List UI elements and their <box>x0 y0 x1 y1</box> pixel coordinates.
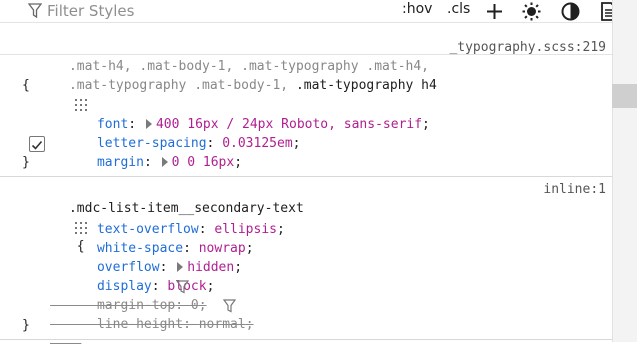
property-value: 0 0 16px <box>171 155 235 170</box>
declaration-white-space[interactable]: white-space: nowrap; <box>50 220 254 256</box>
funnel-icon[interactable] <box>223 299 236 313</box>
style-rule-typography: .mat-h4, .mat-body-1, .mat-typography .m… <box>0 31 612 177</box>
source-link[interactable]: _typography.scss:219 <box>449 38 606 57</box>
rule-selector-line[interactable]: .mdc-list-item__secondary-text { <box>22 180 304 254</box>
declaration-enable-checkbox[interactable] <box>29 136 45 152</box>
declaration-letter-spacing[interactable]: letter-spacing: 0.03125em; <box>50 115 301 151</box>
property-name: margin <box>96 155 144 170</box>
declaration-font[interactable]: font: 400 16px / 24px Roboto, sans-serif… <box>50 96 430 132</box>
selector-text-matched: .mat-typography h4 <box>295 78 437 93</box>
checkmark-icon <box>31 140 43 150</box>
add-icon[interactable] <box>485 2 504 21</box>
hov-toggle[interactable]: :hov <box>402 1 432 17</box>
styles-pane: .mat-h4, .mat-body-1, .mat-typography .m… <box>0 23 612 342</box>
contrast-icon[interactable] <box>561 2 580 21</box>
property-name: line-height <box>96 317 184 332</box>
source-link[interactable]: inline:1 <box>543 180 606 199</box>
expand-triangle-icon[interactable] <box>161 156 168 167</box>
selector-text-dim: .mat-typography .mat-body-1, <box>68 78 296 93</box>
style-rule-secondary-text: .mdc-list-item__secondary-text { inline:… <box>0 177 612 340</box>
declaration-text-overflow[interactable]: text-overflow: ellipsis; <box>50 201 285 237</box>
declaration-display[interactable]: display: block; <box>50 258 214 294</box>
sun-icon[interactable] <box>522 2 541 21</box>
funnel-icon[interactable] <box>176 280 189 294</box>
close-brace: } <box>22 155 30 170</box>
scrollbar-thumb[interactable] <box>612 84 637 108</box>
vertical-scrollbar[interactable] <box>612 0 637 342</box>
filter-icon <box>28 3 42 19</box>
close-brace: } <box>22 318 30 333</box>
rule-selector-line-1[interactable]: .mat-h4, .mat-body-1, .mat-typography .m… <box>22 38 429 74</box>
declaration-margin[interactable]: margin: 0 0 16px; <box>50 134 242 170</box>
property-value: normal <box>198 317 246 332</box>
open-brace: { <box>22 78 30 93</box>
cls-toggle[interactable]: .cls <box>447 1 470 17</box>
styles-toolbar: :hov .cls <box>0 0 616 23</box>
rule-selector-line-2[interactable]: .mat-typography .mat-body-1, .mat-typogr… <box>22 57 437 111</box>
filter-styles-input[interactable] <box>47 1 347 21</box>
declaration-overflow[interactable]: overflow: hidden; <box>50 239 242 275</box>
